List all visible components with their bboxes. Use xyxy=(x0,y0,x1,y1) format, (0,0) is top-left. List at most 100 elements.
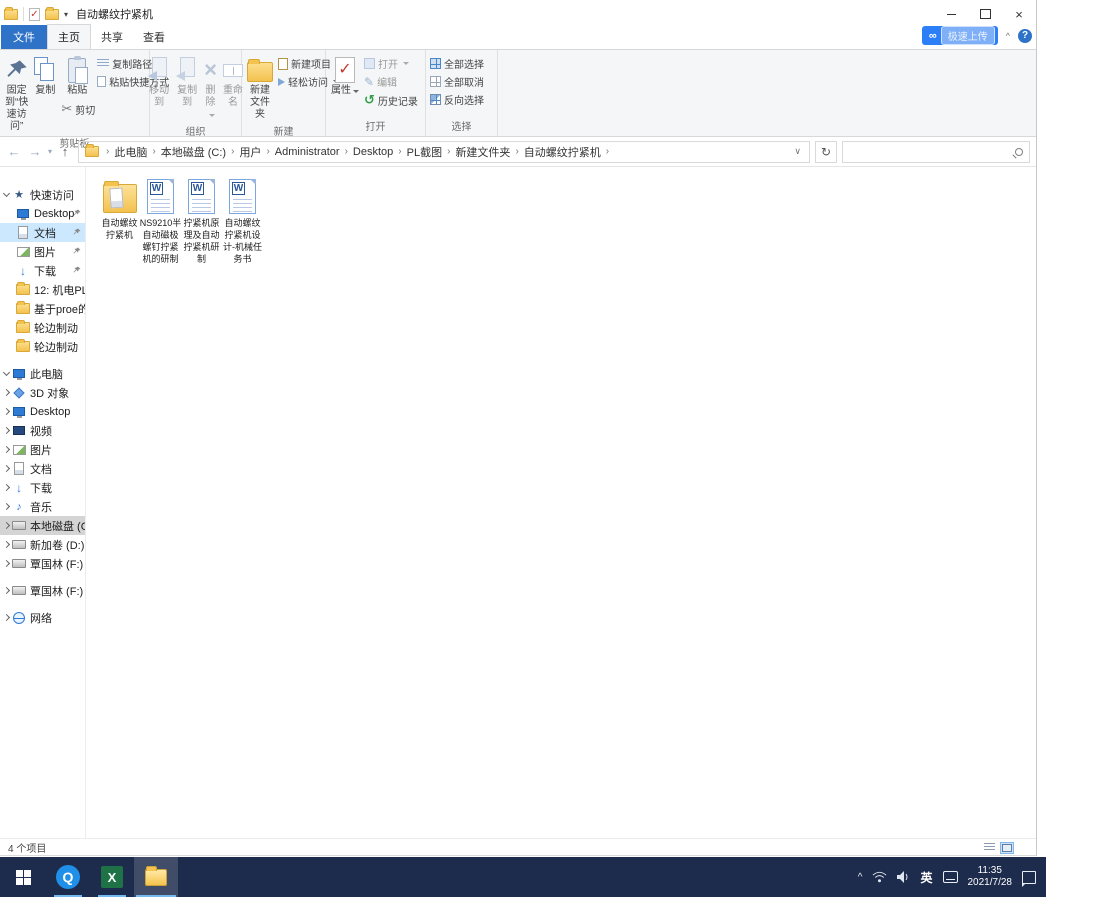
tab-share[interactable]: 共享 xyxy=(91,25,133,49)
tab-view[interactable]: 查看 xyxy=(133,25,175,49)
clock[interactable]: 11:35 2021/7/28 xyxy=(968,865,1013,889)
breadcrumb-users[interactable]: 用户 xyxy=(237,144,263,160)
chevron-down-icon[interactable] xyxy=(2,189,11,198)
invert-selection-button[interactable]: 反向选择 xyxy=(430,92,484,107)
sidebar-item-desktop-pc[interactable]: Desktop xyxy=(0,402,85,421)
sidebar-item-folder-proe[interactable]: 基于proe的汽车阀 xyxy=(0,299,85,318)
sidebar-item-pictures-qa[interactable]: 图片 xyxy=(0,242,85,261)
sidebar-item-downloads-qa[interactable]: ↓ 下载 xyxy=(0,261,85,280)
tab-file[interactable]: 文件 xyxy=(1,25,47,49)
breadcrumb-new-folder[interactable]: 新建文件夹 xyxy=(453,144,512,160)
file-tile-ns9210[interactable]: W NS9210半自动磁极螺钉拧紧机的研制 xyxy=(140,175,181,265)
file-tile-principle[interactable]: W 拧紧机原理及自动拧紧机研制 xyxy=(181,175,222,265)
chevron-right-icon[interactable] xyxy=(2,540,11,549)
help-icon[interactable]: ? xyxy=(1018,28,1032,43)
baidu-netdisk-badge[interactable]: ∞ 极速上传 xyxy=(921,26,998,45)
volume-icon[interactable] xyxy=(897,871,910,883)
sidebar-item-pictures-pc[interactable]: 图片 xyxy=(0,440,85,459)
sidebar-item-videos[interactable]: 视频 xyxy=(0,421,85,440)
taskbar-app-browser[interactable]: Q xyxy=(46,857,90,897)
action-center-icon[interactable] xyxy=(1022,870,1036,887)
sidebar-item-downloads-pc[interactable]: ↓ 下载 xyxy=(0,478,85,497)
sidebar-item-music[interactable]: ♪ 音乐 xyxy=(0,497,85,516)
sidebar-item-network[interactable]: 网络 xyxy=(0,608,85,627)
chevron-right-icon[interactable] xyxy=(2,483,11,492)
address-bar[interactable]: › 此电脑 › 本地磁盘 (C:) › 用户 › Administrator ›… xyxy=(78,140,810,163)
pin-to-quick-access-button[interactable]: 固定到“快速访问” xyxy=(2,52,31,133)
sidebar-item-drive-f[interactable]: 覃国林 (F:) xyxy=(0,554,85,573)
netdisk-upload-button[interactable]: 极速上传 xyxy=(940,26,995,45)
file-tile-folder[interactable]: 自动螺纹拧紧机 xyxy=(99,175,140,241)
maximize-button[interactable] xyxy=(968,0,1002,28)
copy-to-button[interactable]: 复制到 xyxy=(173,52,201,109)
touch-keyboard-icon[interactable] xyxy=(942,871,958,883)
sidebar-item-folder-plc[interactable]: 12: 机电PLC (29 xyxy=(0,280,85,299)
videos-icon xyxy=(13,426,25,435)
copy-button[interactable]: 复制 xyxy=(31,52,59,97)
new-folder-qat-icon[interactable] xyxy=(45,6,59,20)
tab-home[interactable]: 主页 xyxy=(47,24,91,49)
minimize-button[interactable] xyxy=(934,0,968,28)
new-folder-button[interactable]: 新建 文件夹 xyxy=(244,52,276,121)
breadcrumb-pl-screenshot[interactable]: PL截图 xyxy=(405,144,444,160)
chevron-down-icon[interactable] xyxy=(2,368,11,377)
close-button[interactable]: × xyxy=(1002,0,1036,28)
sidebar-item-folder-lunbian2[interactable]: 轮边制动 xyxy=(0,337,85,356)
breadcrumb-drive-c[interactable]: 本地磁盘 (C:) xyxy=(159,144,228,160)
chevron-right-icon[interactable] xyxy=(2,445,11,454)
properties-button[interactable]: ✓ 属性 xyxy=(328,52,362,97)
taskbar-app-explorer[interactable] xyxy=(134,857,178,897)
sidebar-section-quick-access[interactable]: ★ 快速访问 xyxy=(0,185,85,204)
chevron-right-icon[interactable] xyxy=(2,407,11,416)
breadcrumb-administrator[interactable]: Administrator xyxy=(273,146,342,158)
cut-button[interactable]: ✂ 剪切 xyxy=(61,101,95,117)
breadcrumb-this-pc[interactable]: 此电脑 xyxy=(112,144,149,160)
sidebar-item-drive-d[interactable]: 新加卷 (D:) xyxy=(0,535,85,554)
sidebar-section-this-pc[interactable]: 此电脑 xyxy=(0,364,85,383)
history-button[interactable]: ↺ 历史记录 xyxy=(364,92,418,108)
forward-icon[interactable]: → xyxy=(27,144,43,159)
ime-language-indicator[interactable]: 英 xyxy=(920,869,932,886)
chevron-right-icon[interactable] xyxy=(2,388,11,397)
sidebar-item-drive-f-root[interactable]: 覃国林 (F:) xyxy=(0,581,85,600)
chevron-right-icon[interactable] xyxy=(2,586,11,595)
paste-button[interactable]: 粘贴 xyxy=(59,52,95,97)
collapse-ribbon-icon[interactable]: ^ xyxy=(1006,31,1010,41)
sidebar-item-3d-objects[interactable]: 3D 对象 xyxy=(0,383,85,402)
sidebar-item-drive-c[interactable]: 本地磁盘 (C:) xyxy=(0,516,85,535)
move-to-button[interactable]: 移动到 xyxy=(145,52,173,109)
file-tile-taskbook[interactable]: W 自动螺纹拧紧机设计-机械任务书 xyxy=(222,175,263,265)
chevron-right-icon[interactable] xyxy=(2,426,11,435)
refresh-icon[interactable]: ↻ xyxy=(815,140,837,163)
back-icon[interactable]: ← xyxy=(6,144,22,159)
large-icons-view-icon[interactable] xyxy=(1000,841,1014,854)
up-icon[interactable]: ↑ xyxy=(57,144,73,159)
chevron-right-icon[interactable] xyxy=(2,613,11,622)
select-all-button[interactable]: 全部选择 xyxy=(430,56,484,71)
properties-qat-icon[interactable]: ✓ xyxy=(29,7,40,21)
hidden-icons-chevron-icon[interactable]: ^ xyxy=(858,872,863,883)
sidebar-item-documents-pc[interactable]: 文档 xyxy=(0,459,85,478)
sidebar-item-desktop-qa[interactable]: Desktop xyxy=(0,204,85,223)
search-input[interactable] xyxy=(847,145,1015,158)
chevron-right-icon[interactable] xyxy=(2,559,11,568)
search-box[interactable] xyxy=(842,140,1030,163)
start-button[interactable] xyxy=(0,857,46,897)
qat-dropdown-icon[interactable]: ▾ xyxy=(64,10,68,19)
chevron-right-icon[interactable] xyxy=(2,502,11,511)
chevron-right-icon[interactable] xyxy=(2,464,11,473)
network-tray-icon[interactable] xyxy=(872,871,887,883)
sidebar-item-folder-lunbian1[interactable]: 轮边制动 xyxy=(0,318,85,337)
select-none-button[interactable]: 全部取消 xyxy=(430,74,484,89)
recent-locations-icon[interactable]: ▾ xyxy=(48,147,52,156)
taskbar-app-excel[interactable]: X xyxy=(90,857,134,897)
address-dropdown-icon[interactable]: ∨ xyxy=(788,146,807,157)
sidebar-item-documents-qa[interactable]: 文档 xyxy=(0,223,85,242)
edit-button[interactable]: ✎ 编辑 xyxy=(364,74,418,90)
chevron-right-icon[interactable] xyxy=(2,521,11,530)
delete-button[interactable]: × 删除 xyxy=(201,52,220,121)
open-button[interactable]: 打开 xyxy=(364,56,418,71)
breadcrumb-desktop[interactable]: Desktop xyxy=(351,146,395,158)
breadcrumb-current-folder[interactable]: 自动螺纹拧紧机 xyxy=(522,144,603,160)
details-view-icon[interactable] xyxy=(982,842,996,854)
